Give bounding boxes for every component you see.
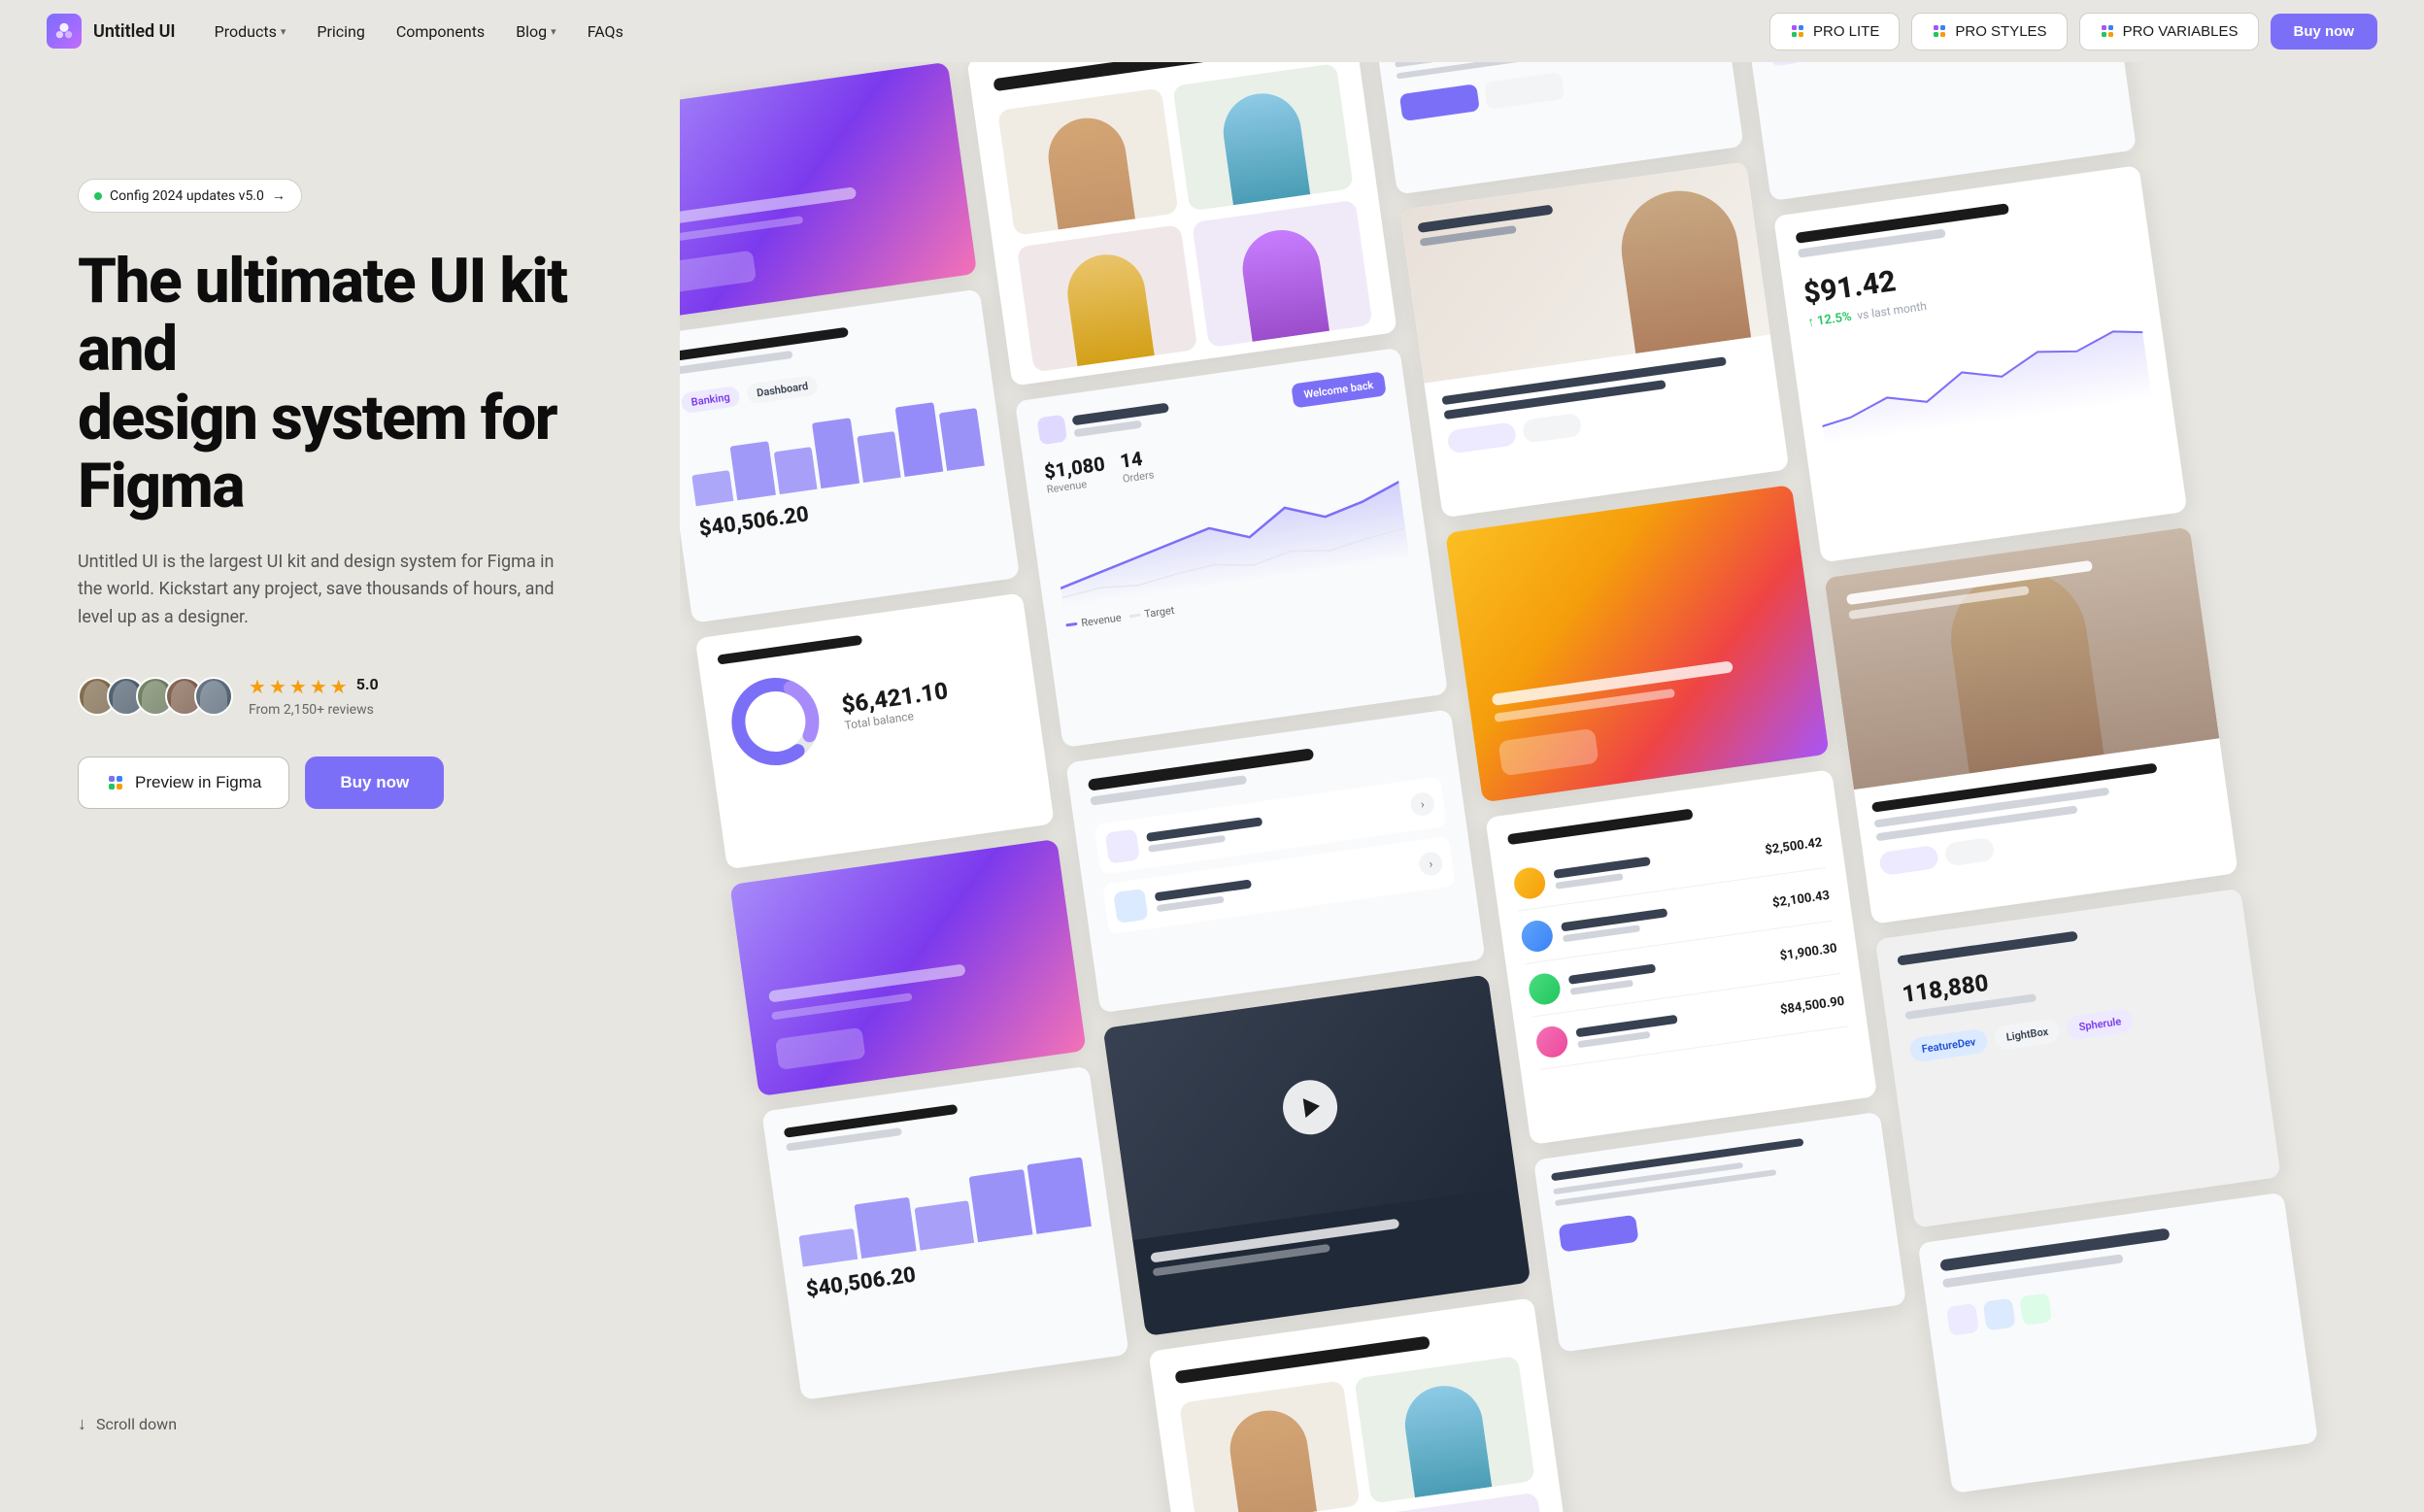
mosaic-card (1445, 485, 1829, 802)
figma-icon (2100, 23, 2115, 39)
buy-now-nav-button[interactable]: Buy now (2271, 14, 2378, 50)
brand-logo (47, 14, 82, 49)
avatar (194, 677, 233, 716)
star-rating: ★ ★ ★ ★ ★ 5.0 (249, 675, 379, 698)
mosaic-card: $40,506.20 (761, 1066, 1128, 1400)
star-icon: ★ (269, 675, 286, 698)
mosaic-card: $2,500.42 $2,100.43 (1485, 769, 1877, 1145)
mosaic-card: $91.42 ↑ 12.5% vs last month (1773, 165, 2187, 562)
reviews-section: ★ ★ ★ ★ ★ 5.0 From 2,150+ reviews (78, 675, 618, 718)
nav-blog[interactable]: Blog ▾ (516, 22, 556, 41)
pro-lite-button[interactable]: PRO LITE (1769, 13, 1900, 50)
hero-cta-buttons: Preview in Figma Buy now (78, 756, 618, 809)
hero-content: Config 2024 updates v5.0 → The ultimate … (0, 62, 680, 1512)
screenshot-mosaic: Banking Dashboard (680, 62, 2424, 1512)
hero-title: The ultimate UI kit and design system fo… (78, 248, 618, 521)
preview-figma-button[interactable]: Preview in Figma (78, 756, 289, 809)
mosaic-card (1824, 526, 2238, 924)
mosaic-card (1148, 1297, 1578, 1512)
nav-links: Products ▾ Pricing Components Blog ▾ FAQ… (215, 22, 623, 41)
mosaic-card (1103, 974, 1532, 1336)
arrow-down-icon: ↓ (78, 1414, 86, 1434)
brand-name: Untitled UI (93, 21, 176, 42)
rating-score: 5.0 (356, 675, 379, 698)
navbar: Untitled UI Products ▾ Pricing Component… (0, 0, 2424, 62)
nav-faqs[interactable]: FAQs (588, 22, 623, 41)
nav-pricing[interactable]: Pricing (317, 22, 365, 41)
nav-components[interactable]: Components (396, 22, 485, 41)
config-badge[interactable]: Config 2024 updates v5.0 → (78, 179, 302, 213)
review-count: From 2,150+ reviews (249, 702, 379, 718)
rating-info: ★ ★ ★ ★ ★ 5.0 From 2,150+ reviews (249, 675, 379, 718)
star-icon: ★ (289, 675, 307, 698)
scroll-down-button[interactable]: ↓ Scroll down (78, 1414, 177, 1434)
star-icon: ★ (330, 675, 348, 698)
figma-icon (1932, 23, 1947, 39)
mosaic-card: Welcome back $1,080 Revenue 14 Orders (1015, 348, 1448, 748)
figma-icon (106, 773, 125, 792)
figma-icon (1790, 23, 1805, 39)
mosaic-card (966, 62, 1397, 386)
mosaic-card: $6,421.10 Total balance (695, 592, 1055, 869)
hero-section: Config 2024 updates v5.0 → The ultimate … (0, 0, 2424, 1512)
brand-logo-link[interactable]: Untitled UI (47, 14, 176, 49)
buy-now-hero-button[interactable]: Buy now (305, 756, 444, 809)
mosaic-card (1533, 1112, 1906, 1353)
nav-products[interactable]: Products ▾ (215, 22, 286, 41)
nav-right: PRO LITE PRO STYLES PRO VARIABLES Buy no… (1769, 13, 2377, 50)
mosaic-card (729, 839, 1086, 1096)
chevron-down-icon: ▾ (281, 25, 286, 38)
star-icon: ★ (249, 675, 266, 698)
mosaic-card: Banking Dashboard (680, 288, 1020, 622)
status-dot (94, 192, 102, 200)
chevron-down-icon: ▾ (551, 25, 556, 38)
pro-variables-button[interactable]: PRO VARIABLES (2079, 13, 2259, 50)
mosaic-card: › › (1065, 709, 1485, 1013)
hero-mosaic: Banking Dashboard (680, 62, 2424, 1512)
mosaic-card (680, 62, 977, 319)
mosaic-card (1399, 161, 1789, 518)
mosaic-card (1918, 1193, 2318, 1494)
star-icon: ★ (310, 675, 327, 698)
mosaic-card: 118,880 FeatureDev LightBox Spherule (1875, 889, 2281, 1228)
reviewer-avatars (78, 677, 233, 716)
pro-styles-button[interactable]: PRO STYLES (1911, 13, 2067, 50)
nav-left: Untitled UI Products ▾ Pricing Component… (47, 14, 623, 49)
hero-description: Untitled UI is the largest UI kit and de… (78, 549, 583, 632)
